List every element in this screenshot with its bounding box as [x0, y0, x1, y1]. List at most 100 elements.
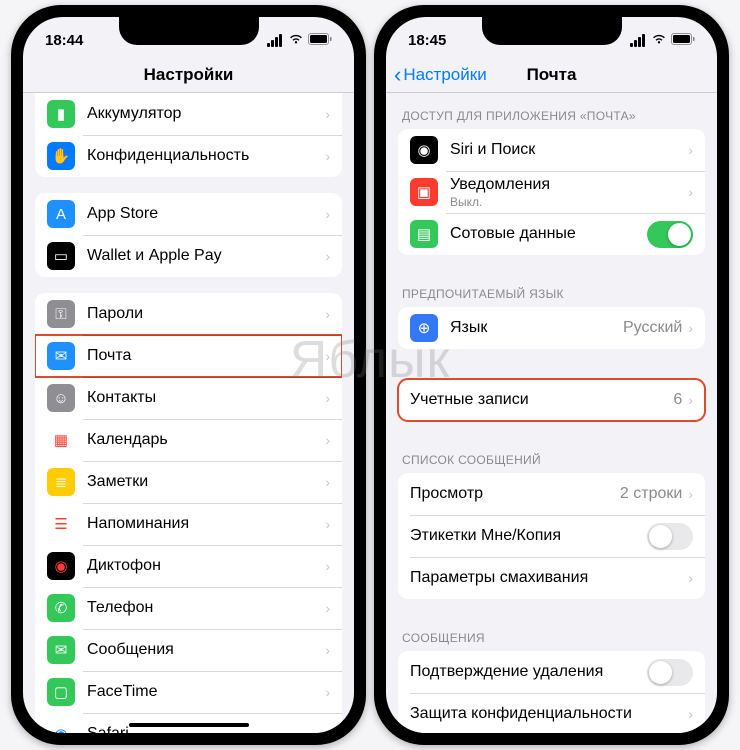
notifications-icon: ▣ [410, 178, 438, 206]
row-label: Параметры смахивания [410, 569, 688, 587]
settings-group: ◉Siri и Поиск›▣УведомленияВыкл.›▤Сотовые… [398, 129, 705, 255]
section-header: ДОСТУП ДЛЯ ПРИЛОЖЕНИЯ «ПОЧТА» [386, 93, 717, 129]
settings-row[interactable]: Подтверждение удаления [398, 651, 705, 693]
settings-row[interactable]: ◉Диктофон› [35, 545, 342, 587]
settings-row[interactable]: ☰Напоминания› [35, 503, 342, 545]
toggle-switch[interactable] [647, 659, 693, 686]
chevron-right-icon: › [688, 392, 693, 408]
chevron-right-icon: › [325, 684, 330, 700]
messages-icon: ✉ [47, 636, 75, 664]
row-label: Почта [87, 347, 325, 365]
chevron-right-icon: › [325, 206, 330, 222]
back-label: Настройки [403, 65, 486, 85]
chevron-right-icon: › [325, 348, 330, 364]
battery-icon: ▮ [47, 100, 75, 128]
row-label: Диктофон [87, 557, 325, 575]
wifi-icon [651, 32, 667, 49]
cellular-icon: ▤ [410, 220, 438, 248]
settings-group: Подтверждение удаления Защита конфиденциа… [398, 651, 705, 733]
facetime-icon: ▢ [47, 678, 75, 706]
settings-row[interactable]: ◉Siri и Поиск› [398, 129, 705, 171]
chevron-right-icon: › [325, 558, 330, 574]
toggle-switch[interactable] [647, 221, 693, 248]
settings-row[interactable]: ✉Сообщения› [35, 629, 342, 671]
settings-group: Просмотр2 строки › Этикетки Мне/Копия Парам… [398, 473, 705, 599]
settings-row[interactable]: AApp Store› [35, 193, 342, 235]
row-label: Заметки [87, 473, 325, 491]
settings-list[interactable]: ▮Аккумулятор›✋Конфиденциальность›AApp St… [23, 93, 354, 733]
row-label: Подтверждение удаления [410, 663, 647, 681]
reminders-icon: ☰ [47, 510, 75, 538]
settings-group: ▮Аккумулятор›✋Конфиденциальность› [35, 93, 342, 177]
wallet-icon: ▭ [47, 242, 75, 270]
chevron-right-icon: › [325, 432, 330, 448]
row-label: FaceTime [87, 683, 325, 701]
settings-row[interactable]: ▢ FaceTime› [35, 671, 342, 713]
row-label: Язык [450, 319, 623, 337]
hand-icon: ✋ [47, 142, 75, 170]
chevron-right-icon: › [325, 474, 330, 490]
row-label: Аккумулятор [87, 105, 325, 123]
notch [119, 17, 259, 45]
mail-settings-list[interactable]: ДОСТУП ДЛЯ ПРИЛОЖЕНИЯ «ПОЧТА»◉Siri и Пои… [386, 93, 717, 733]
settings-group: ⊕ЯзыкРусский› [398, 307, 705, 349]
settings-row[interactable]: ☺Контакты› [35, 377, 342, 419]
row-label: Уведомления [450, 176, 688, 194]
home-indicator[interactable] [129, 723, 249, 727]
row-label: Защита конфиденциальности [410, 705, 688, 723]
settings-row[interactable]: ✉ Почта› [35, 335, 342, 377]
toggle-switch[interactable] [647, 523, 693, 550]
chevron-right-icon: › [325, 248, 330, 264]
settings-row[interactable]: Учетные записи6› [398, 379, 705, 421]
phone-right: 18:45 ‹ Настройки Почта ДОСТУП ДЛЯ ПРИЛО… [374, 5, 729, 745]
globe-icon: ⊕ [410, 314, 438, 342]
key-icon: ⚿ [47, 300, 75, 328]
row-label: Напоминания [87, 515, 325, 533]
row-label: Просмотр [410, 485, 620, 503]
siri-icon: ◉ [410, 136, 438, 164]
calendar-icon: ▦ [47, 426, 75, 454]
settings-row[interactable]: ▭ Wallet и Apple Pay› [35, 235, 342, 277]
settings-row[interactable]: ✆Телефон› [35, 587, 342, 629]
chevron-right-icon: › [325, 390, 330, 406]
nav-bar: Настройки [23, 57, 354, 93]
phone-left: 18:44 Настройки ▮ Аккумулятор › ✋ Конфиденци… [11, 5, 366, 745]
settings-row[interactable]: ✋Конфиденциальность› [35, 135, 342, 177]
row-label: Пароли [87, 305, 325, 323]
settings-row[interactable]: ▣УведомленияВыкл.› [398, 171, 705, 213]
settings-group: Учетные записи6› [398, 379, 705, 421]
status-time: 18:45 [408, 32, 446, 49]
cellular-signal-icon [630, 34, 647, 47]
row-label: Телефон [87, 599, 325, 617]
settings-row[interactable]: Этикетки Мне/Копия [398, 515, 705, 557]
chevron-right-icon: › [688, 486, 693, 502]
settings-row[interactable]: Просмотр2 строки › [398, 473, 705, 515]
battery-icon [308, 32, 332, 49]
safari-icon: ◉ [47, 720, 75, 733]
settings-row[interactable]: Параметры смахивания› [398, 557, 705, 599]
mail-icon: ✉ [47, 342, 75, 370]
row-label: Конфиденциальность [87, 147, 325, 165]
row-label: Wallet и Apple Pay [87, 247, 325, 265]
settings-row[interactable]: ▤Сотовые данные [398, 213, 705, 255]
contacts-icon: ☺ [47, 384, 75, 412]
back-button[interactable]: ‹ Настройки [394, 62, 487, 88]
settings-row[interactable]: ≣Заметки› [35, 461, 342, 503]
settings-row[interactable]: ⊕ЯзыкРусский› [398, 307, 705, 349]
section-header: СООБЩЕНИЯ [386, 615, 717, 651]
nav-title: Настройки [144, 65, 234, 85]
row-value: 2 строки [620, 485, 682, 503]
chevron-right-icon: › [688, 570, 693, 586]
row-value: Русский [623, 319, 682, 337]
settings-row[interactable]: ⚿Пароли› [35, 293, 342, 335]
settings-row[interactable]: ▮Аккумулятор› [35, 93, 342, 135]
phone-icon: ✆ [47, 594, 75, 622]
settings-row[interactable]: ▦Календарь› [35, 419, 342, 461]
appstore-icon: A [47, 200, 75, 228]
status-time: 18:44 [45, 32, 83, 49]
chevron-right-icon: › [688, 184, 693, 200]
row-value: 6 [673, 391, 682, 409]
row-label: Сообщения [87, 641, 325, 659]
settings-row[interactable]: Защита конфиденциальности› [398, 693, 705, 733]
row-label: Этикетки Мне/Копия [410, 527, 647, 545]
